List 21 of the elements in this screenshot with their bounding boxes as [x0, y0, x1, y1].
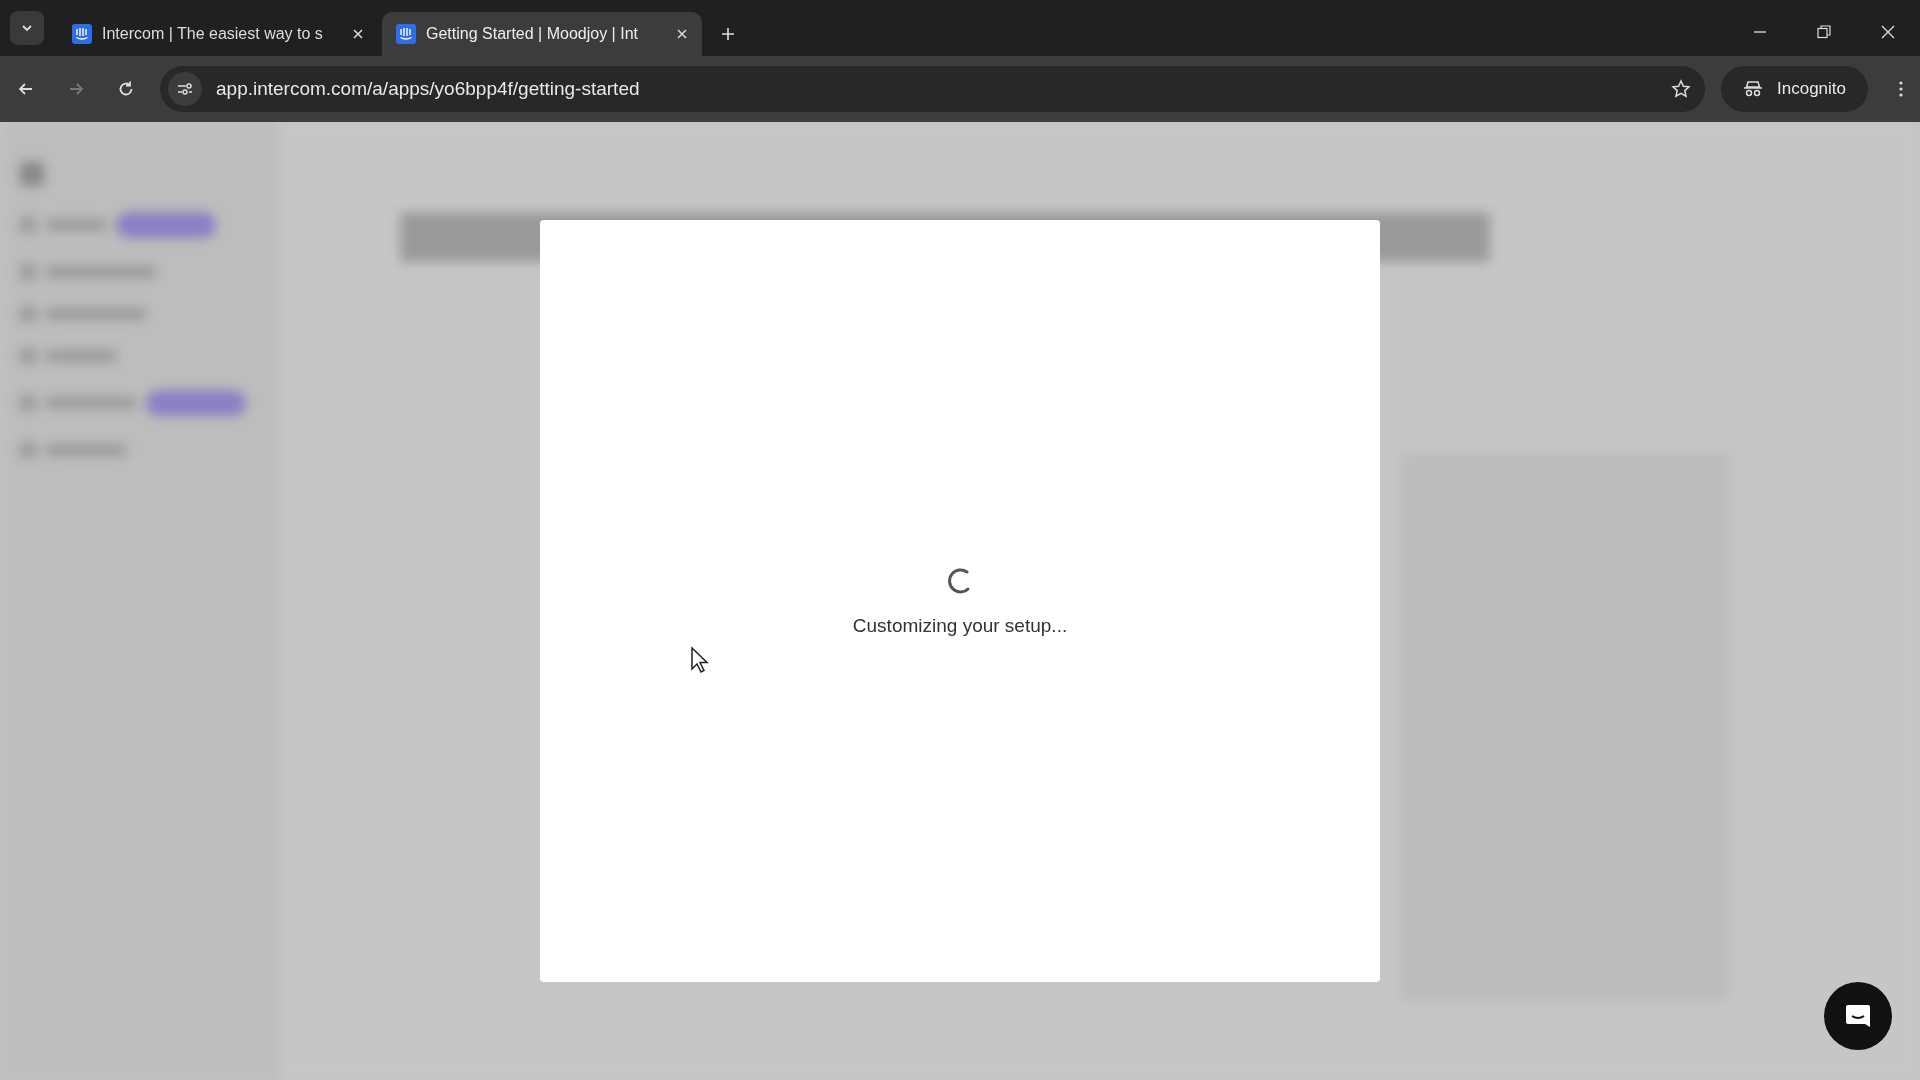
loading-message: Customizing your setup... [852, 615, 1068, 637]
menu-icon[interactable] [1898, 79, 1904, 99]
incognito-icon [1743, 80, 1763, 98]
bars-logo-icon [396, 24, 416, 44]
browser-tab[interactable]: Intercom | The easiest way to s [58, 12, 378, 56]
address-bar[interactable]: app.intercom.com/a/apps/yo6bpp4f/getting-started [160, 66, 1705, 112]
url-text: app.intercom.com/a/apps/yo6bpp4f/getting-started [216, 78, 641, 100]
close-icon[interactable] [676, 28, 688, 40]
tab-title: Getting Started | Moodjoy | Int [426, 25, 639, 43]
close-icon[interactable] [352, 28, 364, 40]
restore-icon[interactable] [1816, 24, 1832, 40]
bars-logo-icon [72, 24, 92, 44]
tab-title: Intercom | The easiest way to s [102, 25, 324, 43]
site-settings-icon[interactable] [168, 72, 202, 106]
browser-tab[interactable]: Getting Started | Moodjoy | Int [382, 12, 702, 56]
star-icon[interactable] [1671, 79, 1691, 99]
incognito-badge[interactable]: Incognito [1721, 66, 1868, 112]
new-tab-icon[interactable] [720, 26, 736, 42]
close-icon[interactable] [1880, 24, 1896, 40]
tab-search-button[interactable] [10, 11, 44, 45]
mouse-cursor-icon [690, 646, 710, 674]
